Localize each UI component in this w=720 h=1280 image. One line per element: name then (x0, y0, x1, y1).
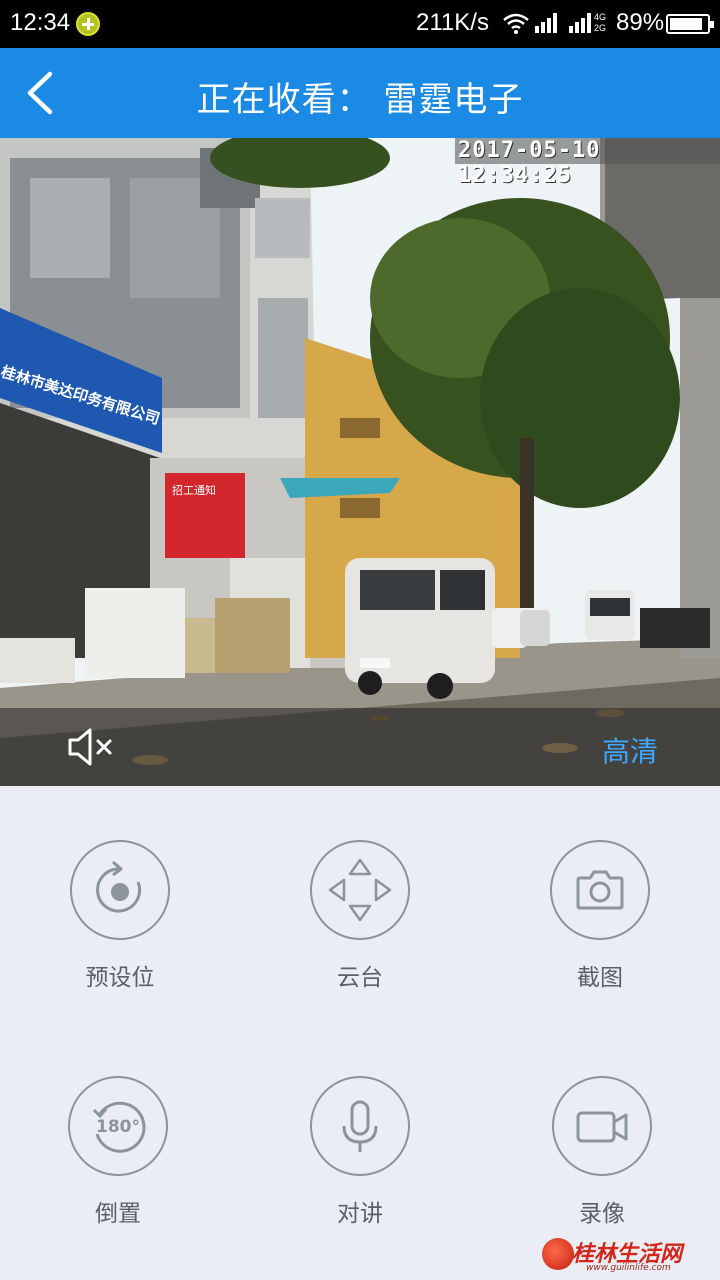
speaker-muted-icon[interactable] (64, 722, 116, 772)
battery-percent: 89% (616, 9, 665, 36)
preset-label: 预设位 (85, 965, 155, 991)
live-video-player[interactable]: 桂林市美达印务有限公司 招工通知 2017-05-10 12:34:25 高清 (0, 138, 720, 786)
flip-button[interactable]: 180° 倒置 (58, 1076, 178, 1246)
microphone-icon (342, 1100, 378, 1152)
status-bar: 12:34 211K/s 4G 2G 89% (0, 0, 720, 48)
video-timestamp: 2017-05-10 12:34:25 (458, 138, 601, 188)
battery-icon (666, 14, 714, 34)
ptz-button[interactable]: 云台 (300, 840, 420, 1010)
video-camera-icon (576, 1111, 628, 1143)
record-label: 录像 (579, 1201, 625, 1227)
signal-icon (535, 13, 557, 33)
intercom-label: 对讲 (337, 1201, 383, 1227)
preset-position-icon (96, 860, 142, 913)
page-title: 正在收看： 雷霆电子 (196, 80, 524, 120)
watermark-url: www.guilinlife.com (586, 1263, 671, 1273)
notification-plus-icon (76, 12, 100, 36)
status-time: 12:34 (10, 9, 71, 36)
network-type: 4G 2G (594, 12, 607, 33)
ptz-direction-icon (328, 858, 392, 922)
ptz-label: 云台 (337, 965, 383, 991)
wifi-icon (503, 13, 529, 34)
flip-label: 倒置 (95, 1201, 141, 1227)
watermark-logo-icon (542, 1238, 574, 1270)
quality-toggle[interactable]: 高清 (602, 730, 658, 770)
screenshot-button[interactable]: 截图 (540, 840, 660, 1010)
signal-secondary-icon (569, 13, 591, 33)
network-speed: 211K/s (416, 9, 489, 36)
record-button[interactable]: 录像 (542, 1076, 662, 1246)
svg-text:招工通知: 招工通知 (172, 483, 216, 497)
rotate-180-icon: 180° (92, 1101, 146, 1153)
preset-button[interactable]: 预设位 (60, 840, 180, 1010)
intercom-button[interactable]: 对讲 (300, 1076, 420, 1246)
site-watermark: 桂林生活网 www.guilinlife.com (542, 1236, 712, 1276)
control-panel: 预设位 云台 截图 180° 倒置 对讲 录像 桂林生活网 www.guilin… (0, 786, 720, 1280)
svg-text:180°: 180° (96, 1117, 140, 1137)
street-scene-image: 桂林市美达印务有限公司 招工通知 (0, 138, 720, 786)
header-bar: 正在收看： 雷霆电子 (0, 48, 720, 138)
camera-icon (576, 870, 624, 910)
screenshot-label: 截图 (577, 965, 623, 991)
